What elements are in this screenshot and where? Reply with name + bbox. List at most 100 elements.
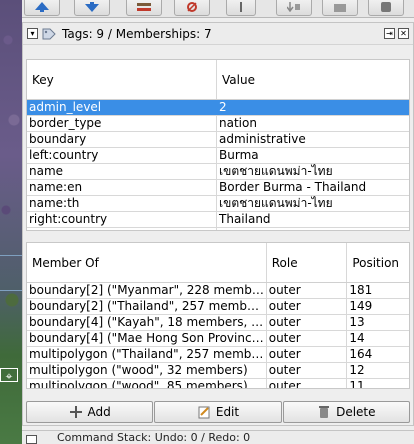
edit-button-label: Edit [215, 405, 240, 419]
trash-button[interactable] [368, 0, 404, 16]
tag-key[interactable]: admin_level [27, 100, 218, 115]
arrow-down-icon [85, 2, 99, 12]
map-boundary-line [0, 255, 22, 256]
arrow-up-icon [35, 2, 49, 12]
column-header-value[interactable]: Value [217, 60, 409, 99]
tag-icon [42, 28, 56, 39]
membership-role[interactable]: outer [267, 379, 348, 388]
plus-icon [69, 406, 82, 418]
collapse-toggle-icon[interactable] [26, 435, 37, 444]
edit-icon [198, 406, 210, 419]
collapse-toggle-icon[interactable]: ▾ [27, 28, 38, 39]
tag-value[interactable]: เขตชายแดนพม่า-ไทย [217, 196, 409, 211]
tag-key[interactable]: source [27, 228, 218, 230]
tag-value[interactable]: administrative [217, 132, 409, 147]
membership-position[interactable]: 13 [347, 315, 409, 330]
no-zoom-icon [187, 2, 197, 12]
table-row[interactable]: boundary administrative [27, 132, 409, 148]
table-row[interactable]: boundary[2] ("Thailand", 257 members... o… [27, 299, 409, 315]
dock-icon[interactable]: ⇥ [384, 28, 395, 39]
command-stack-title: Command Stack: Undo: 0 / Redo: 0 [57, 431, 251, 444]
membership-position[interactable]: 149 [347, 299, 409, 314]
add-button-label: Add [87, 405, 111, 419]
stack-button[interactable] [126, 0, 162, 16]
membership-position[interactable]: 14 [347, 331, 409, 346]
select-button[interactable] [226, 0, 256, 16]
membership-role[interactable]: outer [267, 315, 348, 330]
tag-key[interactable]: left:country [27, 148, 218, 163]
memberships-table: Member Of Role Position boundary[2] ("My… [26, 242, 410, 389]
command-stack-panel-title: Command Stack: Undo: 0 / Redo: 0 [22, 430, 414, 444]
membership-role[interactable]: outer [267, 331, 348, 346]
table-row[interactable]: multipolygon ("Thailand", 257 member... o… [27, 347, 409, 363]
table-row[interactable]: name เขตชายแดนพม่า-ไทย [27, 164, 409, 180]
properties-panel: ▾ Tags: 9 / Memberships: 7 ⇥ ✕ Key Value… [22, 22, 414, 426]
tag-value[interactable]: Border Burma - Thailand [217, 180, 409, 195]
sort-icon [287, 2, 300, 12]
tag-value[interactable]: Burma [217, 148, 409, 163]
membership-role[interactable]: outer [267, 363, 348, 378]
column-header-position[interactable]: Position [347, 243, 409, 282]
membership-relation[interactable]: boundary[2] ("Myanmar", 228 member... [27, 283, 267, 298]
membership-relation[interactable]: multipolygon ("Thailand", 257 member... [27, 347, 267, 362]
close-icon[interactable]: ✕ [398, 28, 409, 39]
map-view-strip[interactable]: ⌖ [0, 0, 22, 444]
zoom-button[interactable] [174, 0, 210, 16]
table-row[interactable]: boundary[4] ("Mae Hong Son Province"... o… [27, 331, 409, 347]
membership-relation[interactable]: boundary[2] ("Thailand", 257 members... [27, 299, 267, 314]
table-row[interactable]: border_type nation [27, 116, 409, 132]
move-up-button[interactable] [24, 0, 60, 16]
tag-key[interactable]: name:en [27, 180, 218, 195]
tag-key[interactable]: name:th [27, 196, 218, 211]
membership-relation[interactable]: boundary[4] ("Kayah", 18 members, in... [27, 315, 267, 330]
membership-role[interactable]: outer [267, 347, 348, 362]
trash-icon [319, 406, 330, 418]
tag-value[interactable]: เขตชายแดนพม่า-ไทย [217, 164, 409, 179]
column-header-key[interactable]: Key [27, 60, 218, 99]
cursor-icon [240, 2, 242, 12]
membership-relation[interactable]: multipolygon ("wood", 32 members) [27, 363, 267, 378]
toolbar [22, 0, 414, 18]
table-row[interactable]: left:country Burma [27, 148, 409, 164]
layers-icon [137, 3, 151, 11]
table-row[interactable]: right:country Thailand [27, 212, 409, 228]
membership-position[interactable]: 181 [347, 283, 409, 298]
tag-value[interactable]: 2 [217, 100, 409, 115]
membership-role[interactable]: outer [267, 299, 348, 314]
membership-role[interactable]: outer [267, 283, 348, 298]
membership-position[interactable]: 11 [347, 379, 409, 388]
trash-icon [381, 2, 391, 12]
membership-relation[interactable]: multipolygon ("wood", 85 members) [27, 379, 267, 388]
tag-key[interactable]: right:country [27, 212, 218, 227]
edit-button[interactable]: Edit [154, 401, 282, 423]
move-down-button[interactable] [74, 0, 110, 16]
add-button[interactable]: Add [26, 401, 154, 423]
column-header-member-of[interactable]: Member Of [27, 243, 267, 282]
sort-button[interactable] [276, 0, 312, 16]
membership-relation[interactable]: boundary[4] ("Mae Hong Son Province"... [27, 331, 267, 346]
panel-title: Tags: 9 / Memberships: 7 [62, 26, 212, 41]
tag-key[interactable]: border_type [27, 116, 218, 131]
tag-value[interactable]: Thailand [217, 212, 409, 227]
delete-button-label: Delete [336, 405, 376, 419]
tag-value[interactable]: LSIB3 [217, 228, 409, 230]
map-boundary-line [0, 290, 22, 291]
membership-position[interactable]: 12 [347, 363, 409, 378]
table-row[interactable]: multipolygon ("wood", 32 members) outer 12 [27, 363, 409, 379]
copy-button[interactable] [322, 0, 358, 16]
delete-button[interactable]: Delete [282, 401, 410, 423]
table-row[interactable]: admin_level 2 [27, 100, 409, 116]
table-row[interactable]: multipolygon ("wood", 85 members) outer 11 [27, 379, 409, 388]
table-row[interactable]: name:th เขตชายแดนพม่า-ไทย [27, 196, 409, 212]
tag-key[interactable]: boundary [27, 132, 218, 147]
tag-value[interactable]: nation [217, 116, 409, 131]
table-row[interactable]: boundary[4] ("Kayah", 18 members, in... o… [27, 315, 409, 331]
membership-position[interactable]: 164 [347, 347, 409, 362]
table-row[interactable]: boundary[2] ("Myanmar", 228 member... out… [27, 283, 409, 299]
table-row[interactable]: name:en Border Burma - Thailand [27, 180, 409, 196]
column-header-role[interactable]: Role [267, 243, 348, 282]
table-row[interactable]: sourceLSIB3 [27, 228, 409, 230]
tags-table: Key Value admin_level 2 border_type nation b… [26, 59, 410, 231]
tag-key[interactable]: name [27, 164, 218, 179]
crosshair-icon: ⌖ [0, 368, 18, 383]
